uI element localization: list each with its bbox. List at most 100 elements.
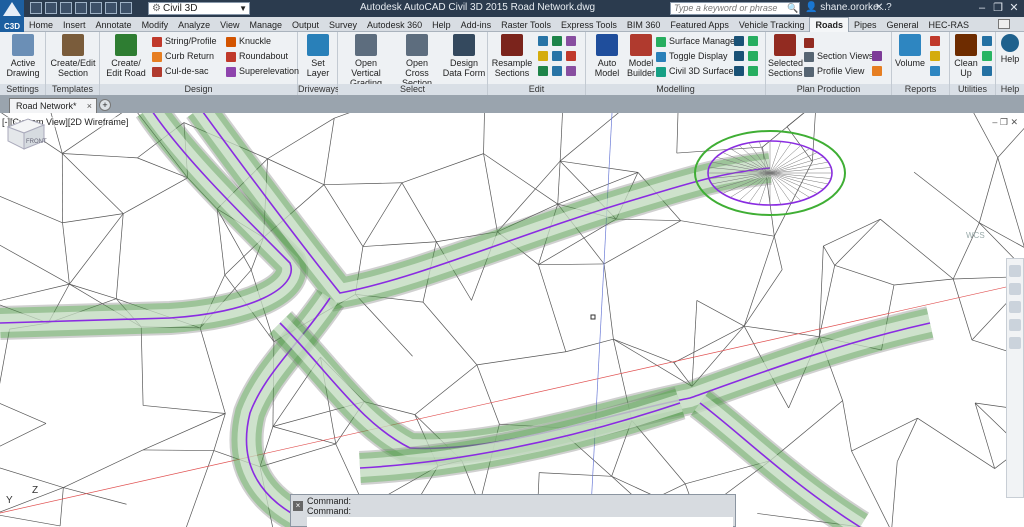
zoom-icon[interactable] bbox=[1009, 301, 1021, 313]
resample-sections-button[interactable]: Resample Sections bbox=[490, 34, 534, 78]
model-tool-icon[interactable] bbox=[748, 51, 758, 61]
report-tool-icon[interactable] bbox=[930, 51, 940, 61]
plan-tool-icon[interactable] bbox=[872, 66, 882, 76]
edit-tool-icon[interactable] bbox=[538, 36, 548, 46]
orbit-icon[interactable] bbox=[1009, 319, 1021, 331]
edit-tool-icon[interactable] bbox=[552, 66, 562, 76]
civil-3d-surfaces-button[interactable]: Civil 3D Surfaces bbox=[656, 65, 738, 78]
active-drawing-button[interactable]: Active Drawing bbox=[2, 34, 44, 78]
model-tool-icon[interactable] bbox=[734, 36, 744, 46]
edit-tool-icon[interactable] bbox=[552, 51, 562, 61]
section-views-button[interactable]: Section Views bbox=[804, 50, 873, 63]
showmotion-icon[interactable] bbox=[1009, 337, 1021, 349]
saveas-icon[interactable] bbox=[75, 2, 87, 14]
create-edit-section-button[interactable]: Create/Edit Section bbox=[50, 34, 96, 78]
undo-icon[interactable] bbox=[105, 2, 117, 14]
open-icon[interactable] bbox=[45, 2, 57, 14]
create-edit-road-button[interactable]: Create/ Edit Road bbox=[104, 34, 148, 78]
toggle-display-button[interactable]: Toggle Display bbox=[656, 50, 728, 63]
edit-tool-icon[interactable] bbox=[538, 66, 548, 76]
open-vertical-grading-button[interactable]: Open Vertical Grading bbox=[340, 34, 392, 88]
edit-tool-icon[interactable] bbox=[566, 51, 576, 61]
exchange-icon[interactable]: ✕ bbox=[875, 2, 883, 13]
close-icon[interactable]: ✕ bbox=[1006, 1, 1022, 14]
search-input[interactable]: Type a keyword or phrase bbox=[670, 2, 800, 15]
clean-up-button[interactable]: Clean Up bbox=[952, 34, 980, 78]
help-icon[interactable]: ? bbox=[886, 2, 892, 13]
edit-tool-icon[interactable] bbox=[538, 51, 548, 61]
new-icon[interactable] bbox=[30, 2, 42, 14]
utility-tool-icon[interactable] bbox=[982, 51, 992, 61]
close-icon[interactable]: × bbox=[293, 501, 303, 511]
tab-raster-tools[interactable]: Raster Tools bbox=[496, 18, 556, 32]
tab-express-tools[interactable]: Express Tools bbox=[556, 18, 622, 32]
ribbon-minimize-button[interactable] bbox=[998, 19, 1010, 29]
tab-home[interactable]: Home bbox=[24, 18, 58, 32]
restore-icon[interactable]: ❐ bbox=[1000, 117, 1008, 127]
utility-tool-icon[interactable] bbox=[982, 36, 992, 46]
edit-tool-icon[interactable] bbox=[566, 36, 576, 46]
report-tool-icon[interactable] bbox=[930, 36, 940, 46]
help-button[interactable]: Help bbox=[998, 34, 1022, 64]
utility-tool-icon[interactable] bbox=[982, 66, 992, 76]
curb-return-button[interactable]: Curb Return bbox=[152, 50, 214, 63]
steering-wheel-icon[interactable] bbox=[1009, 265, 1021, 277]
workspace-selector[interactable]: ⚙ Civil 3D ▼ bbox=[148, 2, 250, 15]
tab-insert[interactable]: Insert bbox=[58, 18, 91, 32]
tab-featured-apps[interactable]: Featured Apps bbox=[665, 18, 734, 32]
minimize-icon[interactable]: – bbox=[974, 2, 990, 14]
document-tab-road-network[interactable]: Road Network* × bbox=[9, 98, 97, 113]
surface-manager-button[interactable]: Surface Manager bbox=[656, 35, 738, 48]
tab-modify[interactable]: Modify bbox=[137, 18, 174, 32]
tab-annotate[interactable]: Annotate bbox=[91, 18, 137, 32]
viewcube[interactable]: FRONT bbox=[0, 113, 50, 153]
minimize-icon[interactable]: – bbox=[992, 117, 997, 127]
restore-icon[interactable]: ❐ bbox=[990, 1, 1006, 14]
string-profile-button[interactable]: String/Profile bbox=[152, 35, 217, 48]
auto-model-button[interactable]: Auto Model bbox=[590, 34, 624, 78]
redo-icon[interactable] bbox=[120, 2, 132, 14]
cul-de-sac-button[interactable]: Cul-de-sac bbox=[152, 65, 209, 78]
command-input[interactable] bbox=[307, 517, 733, 527]
open-cross-section-button[interactable]: Open Cross Section bbox=[394, 34, 440, 88]
tab-manage[interactable]: Manage bbox=[244, 18, 287, 32]
pan-icon[interactable] bbox=[1009, 283, 1021, 295]
save-icon[interactable] bbox=[60, 2, 72, 14]
tab-bim-360[interactable]: BIM 360 bbox=[622, 18, 666, 32]
model-tool-icon[interactable] bbox=[734, 66, 744, 76]
tab-help[interactable]: Help bbox=[427, 18, 456, 32]
tab-analyze[interactable]: Analyze bbox=[173, 18, 215, 32]
superelevation-button[interactable]: Superelevation bbox=[226, 65, 299, 78]
print-icon[interactable] bbox=[90, 2, 102, 14]
tab-autodesk-360[interactable]: Autodesk 360 bbox=[362, 18, 427, 32]
application-menu-button[interactable]: C3D bbox=[0, 0, 24, 32]
knuckle-button[interactable]: Knuckle bbox=[226, 35, 271, 48]
search-icon[interactable]: 🔍 bbox=[787, 3, 798, 14]
roundabout-button[interactable]: Roundabout bbox=[226, 50, 288, 63]
model-builder-button[interactable]: Model Builder bbox=[626, 34, 656, 78]
plan-tool-icon[interactable] bbox=[872, 51, 882, 61]
report-tool-icon[interactable] bbox=[930, 66, 940, 76]
new-tab-button[interactable]: + bbox=[99, 99, 111, 111]
tab-vehicle-tracking[interactable]: Vehicle Tracking bbox=[734, 18, 810, 32]
tab-add-ins[interactable]: Add-ins bbox=[456, 18, 497, 32]
selected-sections-button[interactable]: Selected Sections bbox=[768, 34, 803, 78]
plan-tool-icon[interactable] bbox=[804, 38, 814, 48]
tab-pipes[interactable]: Pipes bbox=[849, 18, 882, 32]
tab-output[interactable]: Output bbox=[287, 18, 324, 32]
tab-view[interactable]: View bbox=[215, 18, 244, 32]
set-layer-button[interactable]: Set Layer bbox=[302, 34, 334, 78]
tab-survey[interactable]: Survey bbox=[324, 18, 362, 32]
close-icon[interactable]: ✕ bbox=[1010, 117, 1018, 127]
close-icon[interactable]: × bbox=[87, 99, 92, 113]
model-tool-icon[interactable] bbox=[748, 36, 758, 46]
edit-tool-icon[interactable] bbox=[566, 66, 576, 76]
tab-roads[interactable]: Roads bbox=[809, 17, 849, 32]
wcs-menu[interactable]: WCS bbox=[966, 231, 985, 240]
tab-general[interactable]: General bbox=[882, 18, 924, 32]
edit-tool-icon[interactable] bbox=[552, 36, 562, 46]
model-tool-icon[interactable] bbox=[748, 66, 758, 76]
tab-hec-ras[interactable]: HEC-RAS bbox=[924, 18, 975, 32]
volume-button[interactable]: Volume bbox=[894, 34, 926, 68]
profile-view-button[interactable]: Profile View bbox=[804, 65, 864, 78]
